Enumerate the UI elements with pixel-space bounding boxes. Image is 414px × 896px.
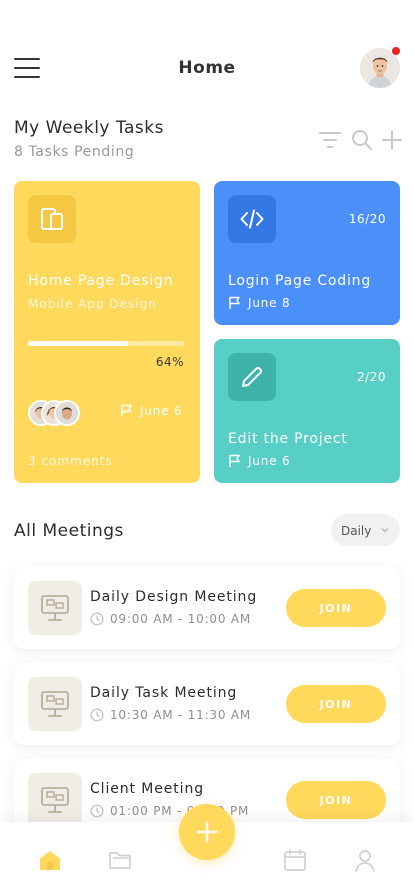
card-subtitle: Mobile App Design xyxy=(28,297,157,311)
meeting-filter-dropdown[interactable]: Daily xyxy=(331,514,400,546)
flag-icon xyxy=(229,296,240,309)
add-task-icon[interactable] xyxy=(380,128,404,152)
filter-icon[interactable] xyxy=(318,128,342,152)
due-date: June 8 xyxy=(228,296,290,310)
task-card-login-page-coding[interactable]: 16/20 Login Page Coding June 8 xyxy=(214,181,400,325)
pencil-icon xyxy=(228,353,276,401)
section-title-all-meetings: All Meetings xyxy=(14,521,124,541)
task-card-edit-the-project[interactable]: 2/20 Edit the Project June 6 xyxy=(214,339,400,483)
join-button[interactable]: JOIN xyxy=(286,781,386,819)
filter-value: Daily xyxy=(341,524,372,538)
meeting-title: Daily Task Meeting xyxy=(90,685,238,701)
comments-link[interactable]: 3 comments xyxy=(28,454,113,468)
monitor-icon xyxy=(28,677,82,731)
tasks-pending-count: 8 Tasks Pending xyxy=(14,144,135,160)
due-date-text: June 6 xyxy=(140,404,183,418)
search-icon[interactable] xyxy=(350,128,374,152)
clock-icon xyxy=(90,612,104,626)
progress-fill xyxy=(28,341,128,346)
flag-icon xyxy=(121,404,132,417)
clock-icon xyxy=(90,804,104,818)
meeting-time-text: 09:00 AM - 10:00 AM xyxy=(110,612,252,626)
task-count: 2/20 xyxy=(357,370,386,384)
code-icon xyxy=(228,195,276,243)
progress-bar xyxy=(28,341,184,346)
card-title: Edit the Project xyxy=(228,431,348,447)
meeting-title: Daily Design Meeting xyxy=(90,589,258,605)
meeting-item[interactable]: Daily Task Meeting 10:30 AM - 11:30 AM J… xyxy=(14,663,400,745)
notification-dot xyxy=(392,47,400,55)
task-count: 16/20 xyxy=(348,212,386,226)
due-date-text: June 8 xyxy=(248,296,291,310)
app-header: Home xyxy=(0,0,414,110)
monitor-icon xyxy=(28,581,82,635)
avatar xyxy=(54,400,80,426)
join-button[interactable]: JOIN xyxy=(286,589,386,627)
monitor-icon xyxy=(28,773,82,827)
flag-icon xyxy=(229,454,240,467)
meeting-title: Client Meeting xyxy=(90,781,205,797)
join-button[interactable]: JOIN xyxy=(286,685,386,723)
meeting-time-text: 10:30 AM - 11:30 AM xyxy=(110,708,252,722)
home-icon[interactable] xyxy=(38,848,62,872)
due-date-text: June 6 xyxy=(248,454,291,468)
tablet-icon xyxy=(28,195,76,243)
meeting-time: 10:30 AM - 11:30 AM xyxy=(90,708,251,722)
meeting-time: 09:00 AM - 10:00 AM xyxy=(90,612,251,626)
profile-icon[interactable] xyxy=(353,848,377,872)
page-title: Home xyxy=(178,58,236,78)
progress-percent: 64% xyxy=(155,355,184,369)
clock-icon xyxy=(90,708,104,722)
calendar-icon[interactable] xyxy=(283,848,307,872)
card-title: Home Page Design xyxy=(28,273,174,289)
add-icon xyxy=(196,821,218,843)
task-card-home-page-design[interactable]: Home Page Design Mobile App Design 64% J… xyxy=(14,181,200,483)
card-title: Login Page Coding xyxy=(228,273,372,289)
meeting-item[interactable]: Daily Design Meeting 09:00 AM - 10:00 AM… xyxy=(14,567,400,649)
chevron-down-icon xyxy=(381,528,389,533)
folder-icon[interactable] xyxy=(108,848,132,872)
due-date: June 6 xyxy=(120,404,182,418)
add-button[interactable] xyxy=(179,804,235,860)
due-date: June 6 xyxy=(228,454,290,468)
section-title-weekly-tasks: My Weekly Tasks xyxy=(14,118,164,138)
